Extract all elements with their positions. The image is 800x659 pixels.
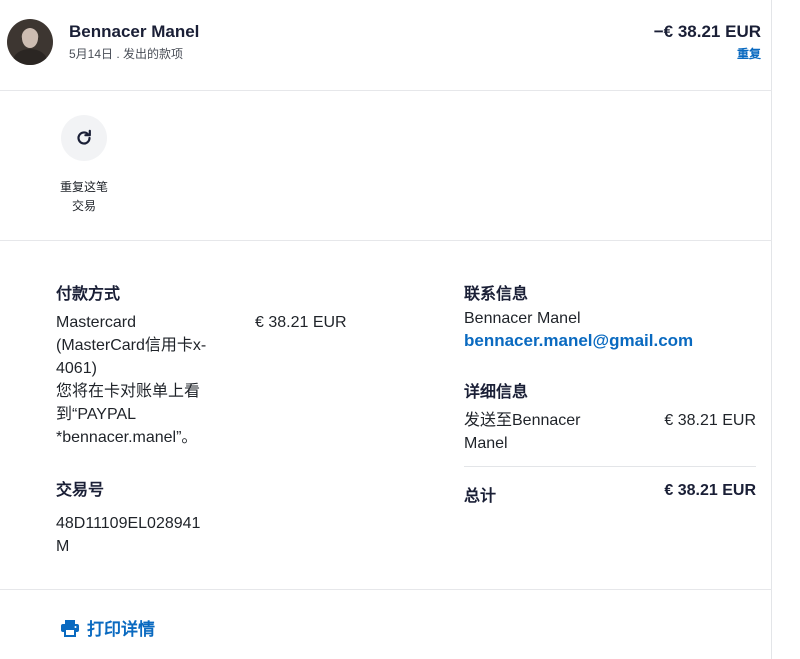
avatar-body [13,49,47,65]
sent-to: 发送至Bennacer Manel [464,409,644,455]
payment-line: Mastercard [56,314,137,331]
avatar-face [22,28,38,48]
transaction-id-title: 交易号 [56,482,105,499]
transaction-details: 付款方式 Mastercard (MasterCard信用卡x- 4061) 您… [0,240,772,590]
transaction-amount: −€ 38.21 EUR [653,22,761,41]
payment-line: 4061) [56,360,97,377]
transaction-id: 48D11109EL028941 M [56,512,200,558]
transaction-detail-panel: Bennacer Manel 5月14日 . 发出的款项 −€ 38.21 EU… [0,0,772,659]
repeat-transaction-label[interactable]: 重复这笔 交易 [44,178,124,216]
avatar [7,19,53,65]
contact-name: Bennacer Manel [464,310,581,327]
repeat-transaction-button[interactable] [61,115,107,161]
payment-line: 到“PAYPAL [56,406,137,423]
payment-amount: € 38.21 EUR [255,314,347,331]
transaction-id-line2: M [56,538,70,555]
printer-icon [61,619,79,637]
details-divider [464,466,756,467]
payment-line: *bennacer.manel”。 [56,429,198,446]
repeat-link[interactable]: 重复 [737,45,761,62]
repeat-label-line2: 交易 [71,199,96,213]
payment-line: (MasterCard信用卡x- [56,337,207,354]
print-details-link[interactable]: 打印详情 [60,615,155,640]
repeat-label-line1: 重复这笔 [59,180,108,194]
contact-email-link[interactable]: bennacer.manel@gmail.com [464,331,693,351]
sent-amount: € 38.21 EUR [664,412,756,429]
sent-to-line1: 发送至Bennacer [464,412,581,429]
payment-line: 您将在卡对账单上看 [56,383,201,400]
payment-method-title: 付款方式 [56,286,121,303]
detail-footer: 打印详情 [0,590,772,659]
transaction-id-line1: 48D11109EL028941 [56,515,201,532]
total-label: 总计 [464,488,497,505]
quick-actions: 重复这笔 交易 [0,90,772,241]
counterparty-name: Bennacer Manel [69,22,200,41]
sent-to-line2: Manel [464,435,508,452]
refresh-icon [77,129,91,145]
contact-info-title: 联系信息 [464,286,529,303]
total-amount: € 38.21 EUR [664,482,756,499]
transaction-header: Bennacer Manel 5月14日 . 发出的款项 −€ 38.21 EU… [0,0,772,91]
print-details-label: 打印详情 [87,620,155,639]
details-title: 详细信息 [464,384,529,401]
payment-method-description: Mastercard (MasterCard信用卡x- 4061) 您将在卡对账… [56,311,236,449]
transaction-date-type: 5月14日 . 发出的款项 [69,47,184,61]
